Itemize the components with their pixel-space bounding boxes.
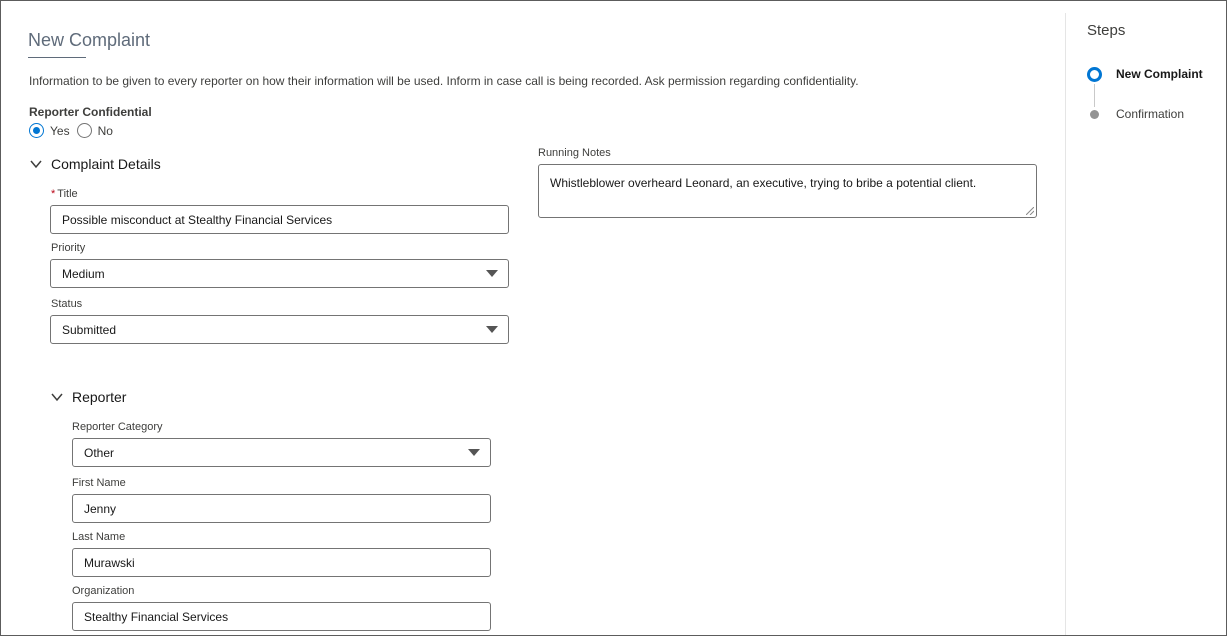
organization-input[interactable]: Stealthy Financial Services — [72, 602, 491, 631]
step-confirmation: Confirmation — [1116, 107, 1185, 121]
status-select[interactable]: Submitted — [50, 315, 509, 344]
step-connector — [1094, 84, 1095, 107]
step-active-indicator-icon — [1087, 67, 1102, 82]
last-name-label: Last Name — [72, 531, 126, 543]
info-text: Information to be given to every reporte… — [29, 74, 859, 88]
reporter-section-toggle[interactable]: Reporter — [50, 389, 126, 405]
running-notes-textarea[interactable]: Whistleblower overheard Leonard, an exec… — [538, 164, 1037, 218]
dropdown-arrow-icon — [486, 269, 498, 277]
reporter-category-label: Reporter Category — [72, 421, 163, 433]
title-input[interactable]: Possible misconduct at Stealthy Financia… — [50, 205, 509, 234]
step-pending-indicator-icon — [1090, 110, 1099, 119]
reporter-category-value: Other — [84, 445, 115, 460]
page-title: New Complaint — [28, 30, 151, 50]
complaint-details-toggle[interactable]: Complaint Details — [29, 156, 161, 172]
priority-field-label: Priority — [51, 242, 86, 254]
resize-grip-icon[interactable] — [1026, 207, 1034, 215]
running-notes-value: Whistleblower overheard Leonard, an exec… — [550, 176, 977, 190]
reporter-confidential-label: Reporter Confidential — [29, 105, 152, 119]
reporter-category-select[interactable]: Other — [72, 438, 491, 467]
radio-yes-label[interactable]: Yes — [50, 124, 70, 138]
dropdown-arrow-icon — [468, 448, 480, 456]
radio-no[interactable] — [76, 123, 92, 138]
running-notes-label: Running Notes — [538, 147, 611, 159]
status-value: Submitted — [62, 322, 117, 337]
app-frame: New Complaint Information to be given to… — [0, 0, 1227, 636]
title-underline — [28, 57, 86, 58]
chevron-down-icon — [30, 160, 42, 169]
step-new-complaint: New Complaint — [1116, 67, 1203, 81]
priority-value: Medium — [62, 266, 105, 281]
sidebar-divider — [1065, 13, 1066, 635]
reporter-confidential-radio-group: Yes No — [29, 123, 120, 138]
status-field-label: Status — [51, 298, 83, 310]
radio-no-label[interactable]: No — [98, 124, 113, 138]
priority-select[interactable]: Medium — [50, 259, 509, 288]
steps-title: Steps — [1087, 22, 1126, 39]
title-field-label: * Title — [51, 188, 78, 200]
chevron-down-icon — [51, 393, 63, 402]
dropdown-arrow-icon — [486, 325, 498, 333]
required-marker: * — [51, 188, 56, 200]
reporter-section-label: Reporter — [72, 389, 127, 405]
first-name-input[interactable]: Jenny — [72, 494, 491, 523]
last-name-input[interactable]: Murawski — [72, 548, 491, 577]
complaint-details-label: Complaint Details — [51, 156, 161, 172]
first-name-label: First Name — [72, 477, 126, 489]
organization-label: Organization — [72, 585, 135, 597]
radio-yes[interactable] — [29, 123, 44, 138]
